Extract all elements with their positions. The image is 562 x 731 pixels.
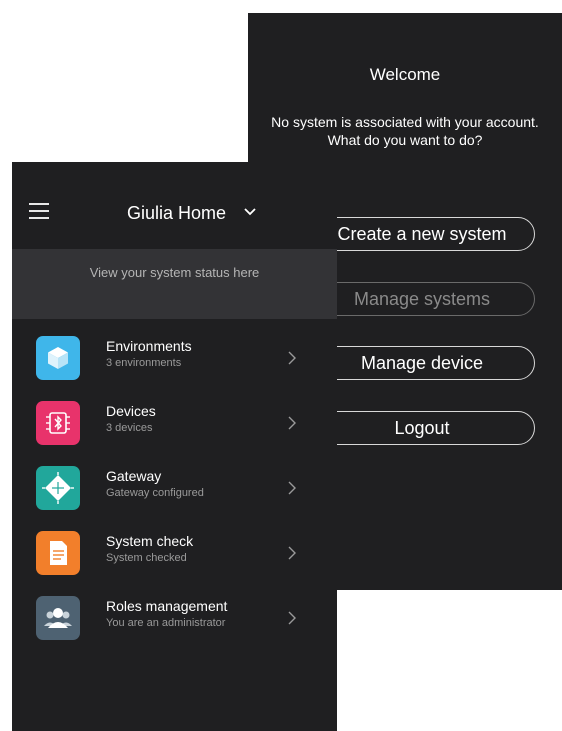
menu-item-subtitle: 3 environments [106, 357, 182, 369]
menu-item-gateway[interactable]: Gateway Gateway configured [12, 460, 337, 516]
menu-item-title: Roles management [106, 598, 228, 614]
document-check-icon [36, 531, 80, 575]
menu-item-devices[interactable]: Devices 3 devices [12, 395, 337, 451]
status-banner[interactable]: View your system status here [12, 249, 337, 319]
chevron-right-icon [288, 351, 296, 365]
menu-item-title: Gateway [106, 468, 162, 484]
chevron-right-icon [288, 481, 296, 495]
manage-device-button[interactable]: Manage device [309, 346, 535, 380]
create-new-system-button[interactable]: Create a new system [309, 217, 535, 251]
chevron-right-icon [288, 611, 296, 625]
cube-icon [36, 336, 80, 380]
welcome-message: No system is associated with your accoun… [248, 113, 562, 149]
menu-item-roles-management[interactable]: Roles management You are an administrato… [12, 590, 337, 646]
menu-item-title: System check [106, 533, 194, 549]
hamburger-icon[interactable] [29, 203, 49, 219]
manage-systems-button[interactable]: Manage systems [309, 282, 535, 316]
logout-button[interactable]: Logout [309, 411, 535, 445]
menu-item-subtitle: System checked [106, 552, 187, 564]
gateway-chip-icon [36, 466, 80, 510]
chevron-right-icon [288, 546, 296, 560]
menu-item-title: Devices [106, 403, 156, 419]
chevron-down-icon[interactable] [243, 207, 257, 217]
menu-item-subtitle: 3 devices [106, 422, 153, 434]
home-screen: Giulia Home View your system status here… [12, 162, 337, 731]
users-icon [36, 596, 80, 640]
menu-item-system-check[interactable]: System check System checked [12, 525, 337, 581]
menu-item-title: Environments [106, 338, 192, 354]
menu-item-subtitle: Gateway configured [106, 487, 204, 499]
welcome-message-line-2: What do you want to do? [327, 132, 483, 148]
home-title[interactable]: Giulia Home [127, 203, 226, 224]
welcome-message-line-1: No system is associated with your accoun… [271, 114, 539, 130]
status-banner-text: View your system status here [89, 265, 260, 280]
welcome-title: Welcome [369, 65, 441, 84]
bluetooth-chip-icon [36, 401, 80, 445]
menu-item-subtitle: You are an administrator [106, 617, 226, 629]
chevron-right-icon [288, 416, 296, 430]
menu-item-environments[interactable]: Environments 3 environments [12, 330, 337, 386]
